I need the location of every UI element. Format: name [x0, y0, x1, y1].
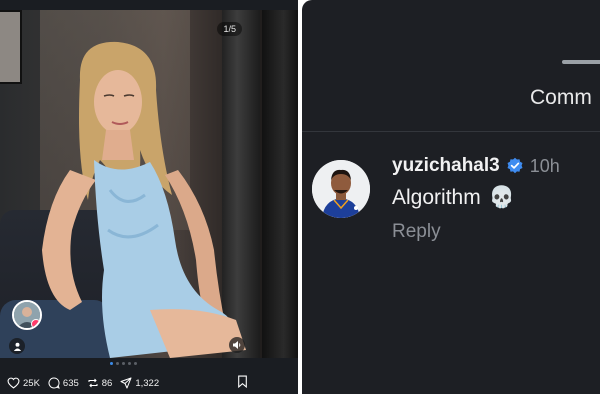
carousel-dot — [110, 362, 113, 365]
comments-panel: Comm yuzichahal3 10h Algorithm 💀 Reply — [302, 0, 600, 400]
bottom-border — [0, 394, 600, 400]
sheet-drag-handle[interactable] — [562, 60, 600, 64]
like-button[interactable]: 25K — [7, 377, 40, 389]
header-divider — [302, 131, 600, 132]
post-panel: 1/5 25K 635 86 1,322 — [0, 0, 298, 400]
author-avatar[interactable] — [12, 300, 42, 330]
tagged-people-button[interactable] — [9, 338, 25, 354]
repost-button[interactable]: 86 — [87, 377, 113, 389]
carousel-indicator — [110, 362, 137, 365]
verified-badge-icon — [507, 157, 523, 174]
person-icon — [13, 342, 21, 351]
share-count: 1,322 — [135, 377, 160, 389]
mute-button[interactable] — [229, 337, 245, 353]
reply-button[interactable]: Reply — [392, 221, 441, 243]
post-actions-bar: 25K 635 86 1,322 — [0, 372, 298, 394]
bookmark-button[interactable] — [237, 375, 248, 391]
carousel-dot — [116, 362, 119, 365]
bookmark-icon — [238, 375, 247, 389]
speaker-icon — [233, 341, 241, 349]
commenter-avatar[interactable] — [312, 160, 370, 218]
commenter-photo — [312, 160, 370, 218]
post-photo[interactable]: 1/5 — [0, 10, 298, 358]
comment-icon — [48, 377, 60, 389]
story-dot — [31, 319, 40, 328]
send-icon — [120, 377, 132, 389]
repost-count: 86 — [101, 377, 113, 389]
comments-tab[interactable]: Comm — [530, 86, 592, 110]
photo-figure — [42, 41, 246, 358]
carousel-dot — [128, 362, 131, 365]
carousel-dot — [122, 362, 125, 365]
comment-count: 635 — [62, 377, 79, 389]
comment-timestamp: 10h — [529, 155, 560, 176]
comment-body: Algorithm 💀 — [392, 186, 515, 210]
commenter-username[interactable]: yuzichahal3 — [392, 155, 500, 177]
image-counter: 1/5 — [217, 22, 242, 36]
comment-button[interactable]: 635 — [48, 377, 79, 389]
carousel-dot — [134, 362, 137, 365]
comment-text: Algorithm — [392, 186, 481, 209]
like-count: 25K — [23, 377, 40, 389]
comment-header: yuzichahal3 10h — [392, 155, 560, 177]
heart-icon — [7, 377, 20, 389]
share-button[interactable]: 1,322 — [120, 377, 159, 389]
skull-emoji-icon: 💀 — [488, 186, 515, 209]
repost-icon — [88, 378, 98, 388]
